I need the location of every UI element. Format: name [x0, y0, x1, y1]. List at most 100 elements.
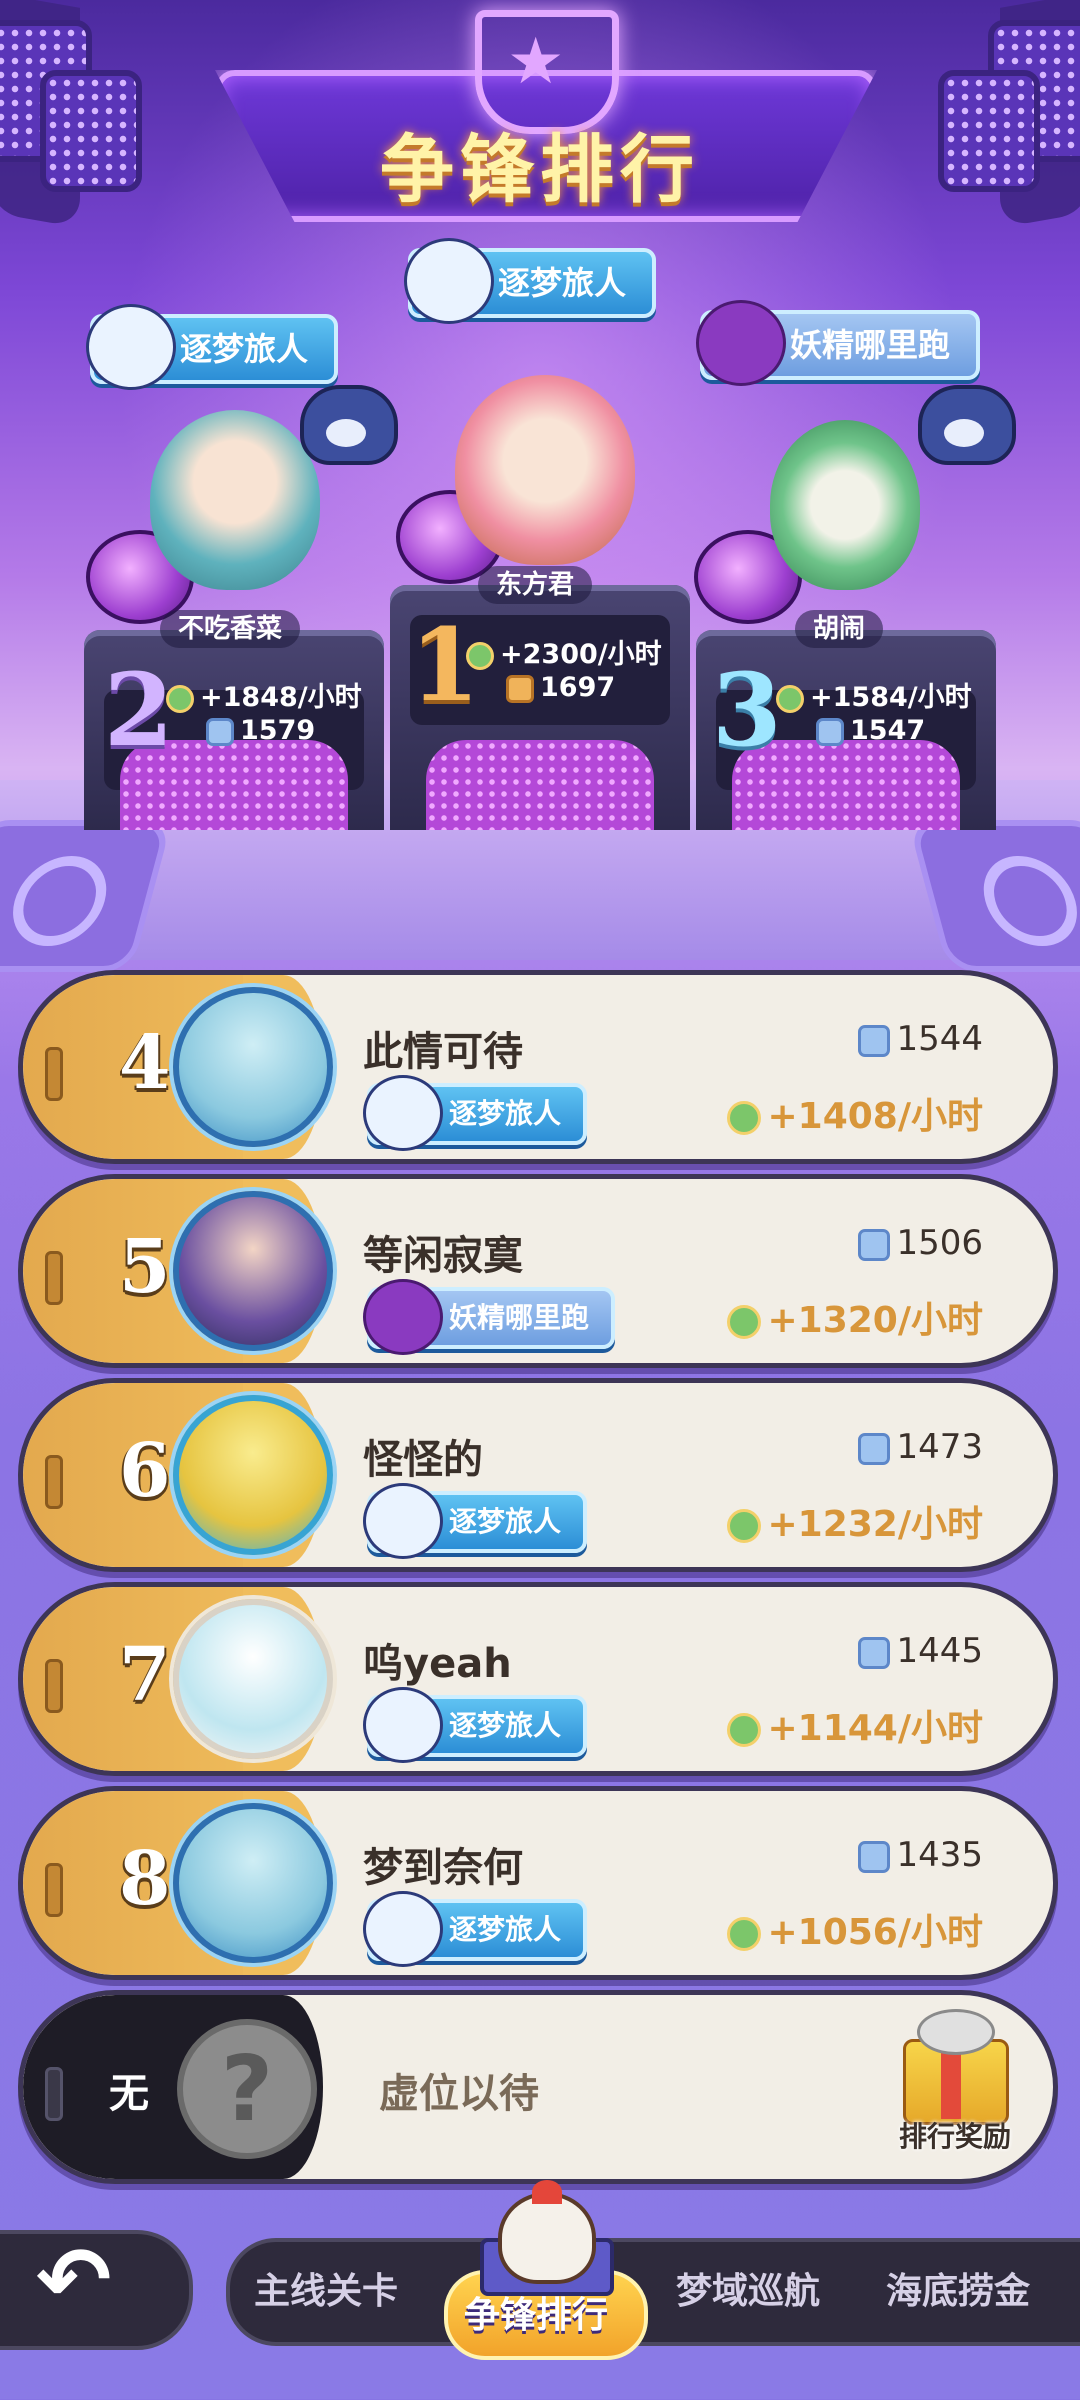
coin-icon [727, 1305, 762, 1339]
tab-deep-sea-gold[interactable]: 海底捞金 [886, 2262, 1030, 2314]
rank-number: 6 [119, 1428, 171, 1514]
ranking-row-7[interactable]: 7 呜yeah 逐梦旅人 1445 +1144/小时 [18, 1582, 1058, 1776]
income-rate: +1232/小时 [727, 1495, 983, 1547]
back-button[interactable]: ↶ [0, 2230, 193, 2350]
podium-grill [426, 740, 654, 830]
avatar[interactable] [173, 1599, 333, 1759]
question-avatar-icon: ? [177, 2019, 317, 2159]
player-name: 等闲寂寞 [363, 1233, 523, 1279]
row-notch [45, 1863, 63, 1917]
grape-icon [696, 300, 786, 386]
gem-icon [858, 1024, 891, 1057]
row-notch [45, 2067, 63, 2121]
player-name: 怪怪的 [363, 1437, 483, 1483]
podium-3-score: 1547 [816, 715, 925, 746]
leaderboard-stage: ★ 争锋排行 2 +1848/小时 1579 不吃香菜 逐梦旅人 1 +2300… [0, 0, 1080, 972]
sheep-icon [363, 1891, 443, 1967]
podium-3-title-tag: 妖精哪里跑 [696, 300, 981, 386]
back-arrow-icon: ↶ [36, 2228, 112, 2333]
podium-2-rate: +1848/小时 [166, 675, 362, 714]
chicken-mascot-icon [498, 2180, 596, 2284]
player-name: 此情可待 [363, 1029, 523, 1075]
row-notch [45, 1659, 63, 1713]
rank-reward-button[interactable]: 排行奖励 [899, 2115, 1011, 2155]
avatar[interactable] [173, 1191, 333, 1351]
podium-3-rate: +1584/小时 [776, 675, 972, 714]
penguin-icon [300, 385, 398, 465]
player-name: 梦到奈何 [363, 1845, 523, 1891]
rank-number: 8 [119, 1836, 171, 1922]
income-rate: +1144/小时 [727, 1699, 983, 1751]
gem-icon [858, 1228, 891, 1261]
sheep-icon [86, 304, 176, 390]
avatar[interactable] [173, 1803, 333, 1963]
title-tag: 逐梦旅人 [363, 1075, 588, 1151]
coin-icon [727, 1509, 762, 1543]
podium-2-score: 1579 [206, 715, 315, 746]
title-tag: 逐梦旅人 [363, 1891, 588, 1967]
player-1-character[interactable] [455, 375, 635, 565]
star-icon: ★ [507, 25, 565, 99]
income-rate: +1320/小时 [727, 1291, 983, 1343]
income-rate: +1056/小时 [727, 1903, 983, 1955]
my-rank: 无 [109, 2071, 149, 2117]
tab-dream-cruise[interactable]: 梦域巡航 [676, 2262, 820, 2314]
podium-1-name: 东方君 [478, 566, 593, 604]
podium-1-rate: +2300/小时 [466, 632, 662, 671]
podium-2-rank: 2 [104, 651, 174, 769]
gold-coin-icon [506, 674, 534, 703]
coin-icon [727, 1101, 762, 1135]
title-tag: 逐梦旅人 [363, 1483, 588, 1559]
podium-3-rank: 3 [712, 651, 782, 769]
score: 1445 [858, 1631, 983, 1671]
title-tag: 妖精哪里跑 [363, 1279, 616, 1355]
gift-icon[interactable] [893, 2009, 1009, 2125]
tab-ranking[interactable]: 争锋排行 [464, 2286, 608, 2338]
gift-bow [917, 2009, 995, 2055]
row-notch [45, 1047, 63, 1101]
podium-2-title-tag: 逐梦旅人 [86, 304, 339, 390]
sheep-icon [363, 1483, 443, 1559]
my-rank-row[interactable]: 无 ? 虚位以待 排行奖励 [18, 1990, 1058, 2184]
row-notch [45, 1455, 63, 1509]
gem-icon [858, 1840, 891, 1873]
rank-number: 7 [119, 1632, 171, 1718]
ranking-row-6[interactable]: 6 怪怪的 逐梦旅人 1473 +1232/小时 [18, 1378, 1058, 1572]
tab-main-stage[interactable]: 主线关卡 [254, 2262, 398, 2314]
sheep-icon [363, 1687, 443, 1763]
bottom-nav: ↶ 主线关卡 争锋排行 梦域巡航 海底捞金 [0, 2180, 1080, 2400]
player-3-character[interactable] [770, 420, 920, 590]
gem-icon [858, 1432, 891, 1465]
avatar[interactable] [173, 1395, 333, 1555]
score: 1544 [858, 1019, 983, 1059]
gem-icon [206, 717, 234, 746]
score: 1473 [858, 1427, 983, 1467]
ranking-row-8[interactable]: 8 梦到奈何 逐梦旅人 1435 +1056/小时 [18, 1786, 1058, 1980]
score: 1435 [858, 1835, 983, 1875]
ranking-list: 4 此情可待 逐梦旅人 1544 +1408/小时 5 等闲寂寞 妖精哪里跑 1… [18, 970, 1058, 2194]
penguin-icon [918, 385, 1016, 465]
score: 1506 [858, 1223, 983, 1263]
gem-icon [858, 1636, 891, 1669]
grape-icon [363, 1279, 443, 1355]
row-notch [45, 1251, 63, 1305]
rank-number: 4 [119, 1020, 171, 1106]
podium-2-name: 不吃香菜 [160, 610, 301, 648]
sheep-icon [363, 1075, 443, 1151]
coin-icon [727, 1713, 762, 1747]
coin-icon [166, 684, 194, 713]
ranking-row-4[interactable]: 4 此情可待 逐梦旅人 1544 +1408/小时 [18, 970, 1058, 1164]
coin-icon [776, 684, 804, 713]
podium-1-title-tag: 逐梦旅人 [404, 238, 657, 324]
avatar[interactable] [173, 987, 333, 1147]
page-title: 争锋排行 [380, 127, 700, 213]
podium-3-name: 胡闹 [795, 610, 884, 648]
rank-number: 5 [119, 1224, 171, 1310]
ranking-row-5[interactable]: 5 等闲寂寞 妖精哪里跑 1506 +1320/小时 [18, 1174, 1058, 1368]
income-rate: +1408/小时 [727, 1087, 983, 1139]
sheep-icon [404, 238, 494, 324]
player-2-character[interactable] [150, 410, 320, 590]
gem-icon [816, 717, 844, 746]
vacant-text: 虚位以待 [379, 2071, 539, 2117]
coin-icon [466, 641, 494, 670]
